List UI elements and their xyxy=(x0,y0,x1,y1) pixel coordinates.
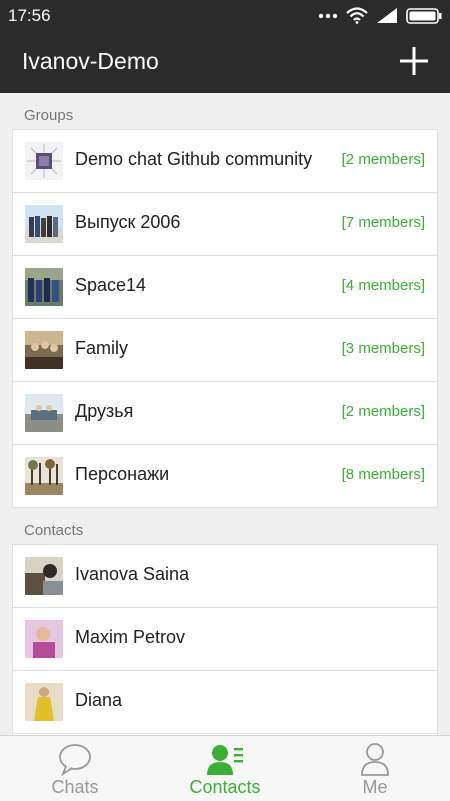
group-member-count: [3 members] xyxy=(341,340,425,357)
app-bar: Ivanov-Demo xyxy=(0,31,450,93)
group-name: Demo chat Github community xyxy=(75,149,313,169)
group-row[interactable]: Персонажи [8 members] xyxy=(13,445,437,508)
person-icon xyxy=(361,743,389,776)
group-name: Space14 xyxy=(75,275,147,295)
group-row[interactable]: Выпуск 2006 [7 members] xyxy=(13,193,437,256)
contact-row[interactable]: Maxim Petrov xyxy=(13,608,437,671)
group-avatar-chip xyxy=(25,142,63,180)
signal-dots-icon xyxy=(318,13,338,18)
contacts-list[interactable]: Groups Demo chat Github community [2 mem… xyxy=(0,93,450,735)
contact-avatar-photo xyxy=(25,557,63,595)
group-row[interactable]: Demo chat Github community [2 members] xyxy=(13,130,437,193)
tab-chats[interactable]: Chats xyxy=(0,736,150,801)
chat-bubble-icon xyxy=(59,744,91,776)
group-name: Выпуск 2006 xyxy=(75,212,181,232)
bottom-nav: Chats Contacts Me xyxy=(0,735,450,801)
tab-contacts[interactable]: Contacts xyxy=(150,736,300,801)
wifi-icon xyxy=(346,7,368,24)
group-member-count: [8 members] xyxy=(341,466,425,483)
tab-label: Me xyxy=(362,777,388,797)
group-name: Друзья xyxy=(75,401,134,421)
status-icons xyxy=(318,7,442,24)
group-name: Family xyxy=(75,338,128,358)
page-title: Ivanov-Demo xyxy=(22,48,159,74)
contacts-section-header: Contacts xyxy=(24,522,84,539)
group-member-count: [4 members] xyxy=(341,277,425,294)
contacts-icon xyxy=(207,745,243,775)
tab-label: Chats xyxy=(51,777,99,797)
contact-name: Diana xyxy=(75,690,123,710)
status-bar: 17:56 xyxy=(0,0,450,31)
group-avatar-photo xyxy=(25,205,63,243)
status-time: 17:56 xyxy=(8,6,51,25)
group-name: Персонажи xyxy=(75,464,170,484)
contact-name: Maxim Petrov xyxy=(75,627,186,647)
contact-avatar-photo xyxy=(25,683,63,721)
group-member-count: [2 members] xyxy=(341,403,425,420)
contact-row[interactable]: Ivanova Saina xyxy=(13,545,437,608)
contact-name: Ivanova Saina xyxy=(75,564,190,584)
contact-row[interactable]: Diana xyxy=(13,671,437,734)
group-avatar-photo xyxy=(25,331,63,369)
groups-card: Demo chat Github community [2 members] В… xyxy=(12,129,438,508)
group-row[interactable]: Space14 [4 members] xyxy=(13,256,437,319)
battery-icon xyxy=(406,7,442,24)
tab-me[interactable]: Me xyxy=(300,736,450,801)
cell-signal-icon xyxy=(377,8,397,23)
group-member-count: [7 members] xyxy=(341,214,425,231)
group-row[interactable]: Family [3 members] xyxy=(13,319,437,382)
group-avatar-photo xyxy=(25,394,63,432)
contact-avatar-photo xyxy=(25,620,63,658)
add-icon[interactable] xyxy=(398,45,430,77)
contacts-card: Ivanova Saina Maxim Petrov Diana xyxy=(12,544,438,735)
group-avatar-photo xyxy=(25,457,63,495)
group-member-count: [2 members] xyxy=(341,151,425,168)
group-row[interactable]: Друзья [2 members] xyxy=(13,382,437,445)
group-avatar-photo xyxy=(25,268,63,306)
groups-section-header: Groups xyxy=(24,107,74,124)
tab-label: Contacts xyxy=(189,777,261,797)
